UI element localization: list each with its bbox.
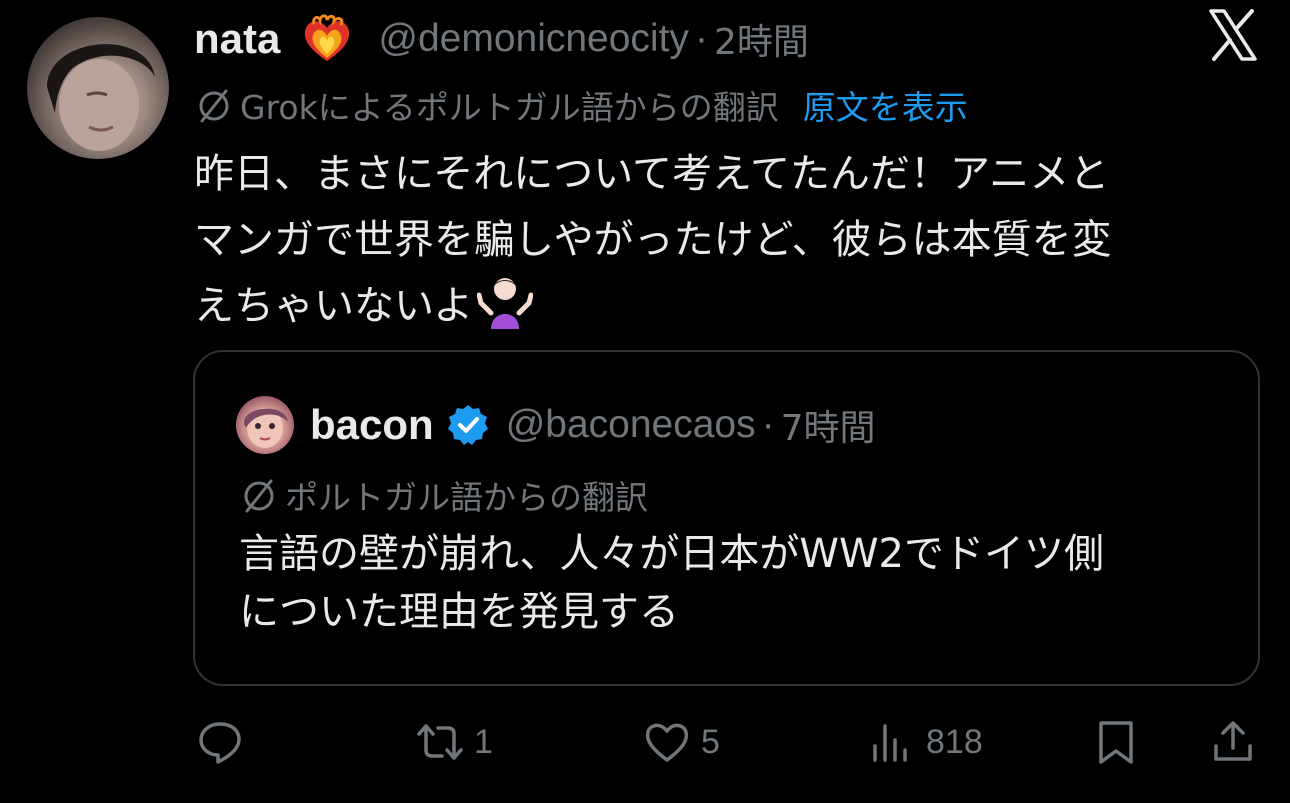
translate-icon (194, 85, 234, 125)
verified-badge-icon (446, 403, 490, 447)
quoted-tweet-text: 言語の壁が崩れ、人々が日本がWW2でドイツ側 についた理由を発見する (239, 525, 1239, 641)
author-handle[interactable]: @demonicneocity (378, 17, 689, 61)
retweet-button[interactable]: 1 (416, 712, 493, 772)
author-avatar-image (47, 44, 155, 151)
share-icon (1214, 721, 1252, 761)
bookmark-icon (1099, 721, 1133, 764)
quoted-translation-info: ポルトガル語からの翻訳 (239, 472, 648, 518)
tweet-text-line-content: マンガで世界を騙しやがったけど、彼らは本質を変 (194, 217, 1112, 263)
separator-dot: · (694, 17, 708, 60)
retweet-icon (417, 724, 463, 760)
person-shrugging-emoji (476, 273, 534, 329)
like-button[interactable]: 5 (643, 712, 720, 772)
like-count: 5 (701, 722, 720, 761)
reply-icon (199, 722, 241, 764)
quoted-tweet-text-line: 言語の壁が崩れ、人々が日本がWW2でドイツ側 (239, 531, 1104, 577)
translation-label: Grokによるポルトガル語からの翻訳 (240, 88, 779, 127)
heart-icon (645, 723, 689, 762)
quoted-tweet-card[interactable]: bacon @baconecaos · 7時間 ポルトガル語からの翻訳 言語の壁… (193, 350, 1260, 686)
tweet-action-bar: 1 5 818 (0, 712, 1290, 772)
author-display-name[interactable]: nata (194, 15, 280, 63)
tweet-text-line-content: えちゃいないよ (194, 283, 474, 329)
views-icon (873, 724, 907, 762)
show-original-link[interactable]: 原文を表示 (803, 81, 968, 129)
tweet-text: 昨日、まさにそれについて考えてたんだ！アニメと マンガで世界を騙しやがったけど、… (194, 141, 1254, 339)
tweet-timestamp[interactable]: 2時間 (714, 13, 809, 65)
bookmark-button[interactable] (1092, 712, 1140, 772)
reply-button[interactable] (196, 712, 254, 772)
translation-info: Grokによるポルトガル語からの翻訳 原文を表示 (194, 80, 968, 130)
x-logo-icon[interactable] (1208, 9, 1258, 61)
tweet-text-line: えちゃいないよ (194, 273, 1254, 339)
quoted-tweet-text-line: についた理由を発見する (239, 589, 679, 635)
share-button[interactable] (1209, 712, 1257, 772)
retweet-count: 1 (474, 722, 493, 761)
author-avatar[interactable] (27, 17, 169, 159)
tweet-text-line: マンガで世界を騙しやがったけど、彼らは本質を変 (194, 207, 1254, 273)
separator-dot: · (761, 403, 775, 446)
quoted-author-avatar[interactable] (236, 396, 294, 454)
heart-on-fire-emoji (300, 14, 354, 64)
views-button[interactable]: 818 (868, 712, 983, 772)
quoted-author-handle[interactable]: @baconecaos (506, 403, 756, 447)
quoted-author-avatar-image (243, 408, 288, 448)
tweet-text-line: 昨日、まさにそれについて考えてたんだ！アニメと (194, 151, 1110, 197)
quoted-tweet-header: bacon @baconecaos · 7時間 (310, 398, 876, 452)
translate-icon (239, 475, 279, 515)
quoted-translation-label: ポルトガル語からの翻訳 (285, 478, 648, 517)
quoted-author-display-name[interactable]: bacon (310, 401, 434, 449)
tweet-header: nata @demonicneocity · 2時間 (194, 13, 809, 65)
views-count: 818 (926, 722, 983, 761)
quoted-tweet-timestamp[interactable]: 7時間 (781, 399, 876, 451)
